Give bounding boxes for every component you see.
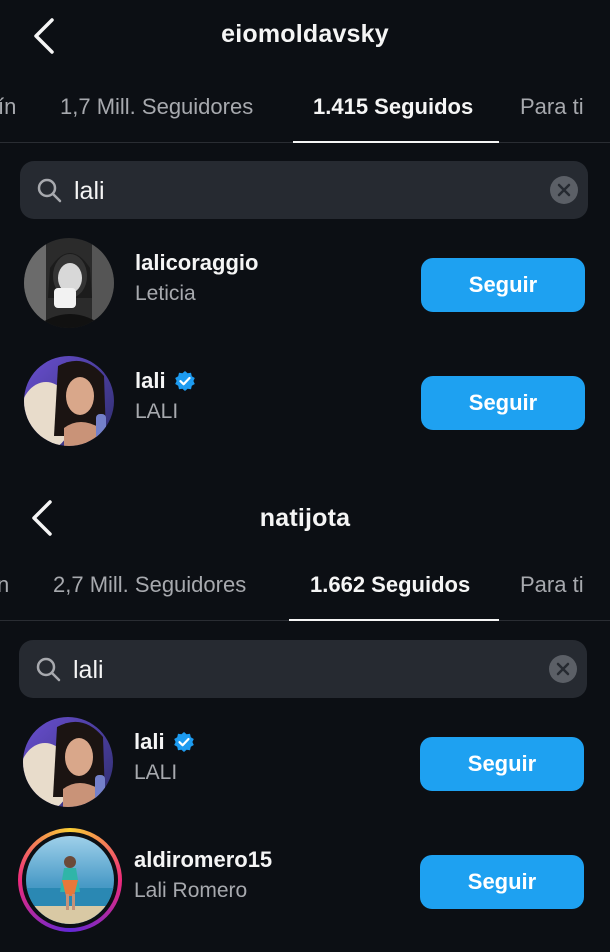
username-text[interactable]: lali [135,368,166,394]
tab-for-you[interactable]: Para ti [520,572,584,598]
avatar [22,832,118,928]
tab-followers[interactable]: 1,7 Mill. Seguidores [60,94,253,120]
username[interactable]: lali [135,368,196,394]
username[interactable]: lalicoraggio [135,250,258,276]
list-item[interactable]: aldiromero15 Lali Romero Seguir [0,825,610,935]
full-name: Lali Romero [134,879,248,902]
search-icon [37,178,62,203]
avatar[interactable] [24,238,114,328]
profile-photo-icon [24,356,114,446]
search-input[interactable] [72,169,536,213]
verified-badge-icon [173,731,195,753]
tab-bar: ín 1,7 Mill. Seguidores 1.415 Seguidos P… [0,78,610,143]
list-item[interactable]: lali LALI Seguir [0,707,610,817]
username-text[interactable]: lalicoraggio [135,250,258,276]
page-title: eiomoldavsky [221,20,389,48]
page-title: natijota [259,504,351,532]
tab-previous[interactable]: n [0,572,9,598]
clear-search-button[interactable] [549,655,577,683]
list-item[interactable]: lalicoraggio Leticia Seguir [0,228,610,338]
follow-button[interactable]: Seguir [421,376,585,430]
search-bar[interactable] [19,640,587,698]
follow-button[interactable]: Seguir [420,855,584,909]
username[interactable]: lali [134,729,195,755]
close-icon [557,183,571,197]
avatar-with-story-ring[interactable] [18,828,122,932]
full-name: LALI [135,400,179,423]
username-text[interactable]: aldiromero15 [134,847,272,873]
clear-search-button[interactable] [550,176,578,204]
profile-photo-icon [24,238,114,328]
profile-photo-icon [23,717,113,807]
following-screen-2: natijota n 2,7 Mill. Seguidores 1.662 Se… [0,476,610,952]
username-text[interactable]: lali [134,729,165,755]
list-item[interactable]: lali LALI Seguir [0,346,610,456]
close-icon [556,662,570,676]
tab-following[interactable]: 1.662 Seguidos [310,572,470,598]
username[interactable]: aldiromero15 [134,847,272,873]
full-name: Leticia [135,282,196,305]
verified-badge-icon [174,370,196,392]
tab-previous[interactable]: ín [0,94,16,120]
tab-bar: n 2,7 Mill. Seguidores 1.662 Seguidos Pa… [0,556,610,621]
tab-for-you[interactable]: Para ti [520,94,584,120]
avatar[interactable] [24,356,114,446]
full-name: LALI [134,761,178,784]
follow-button[interactable]: Seguir [421,258,585,312]
profile-photo-icon [26,836,114,924]
tab-following[interactable]: 1.415 Seguidos [313,94,473,120]
tab-followers[interactable]: 2,7 Mill. Seguidores [53,572,246,598]
active-tab-indicator [289,619,499,621]
search-icon [36,657,61,682]
active-tab-indicator [293,141,499,143]
header: natijota [0,490,610,562]
following-screen-1: eiomoldavsky ín 1,7 Mill. Seguidores 1.4… [0,0,610,476]
search-input[interactable] [71,648,535,692]
search-bar[interactable] [20,161,588,219]
avatar[interactable] [23,717,113,807]
header: eiomoldavsky [0,0,610,72]
follow-button[interactable]: Seguir [420,737,584,791]
